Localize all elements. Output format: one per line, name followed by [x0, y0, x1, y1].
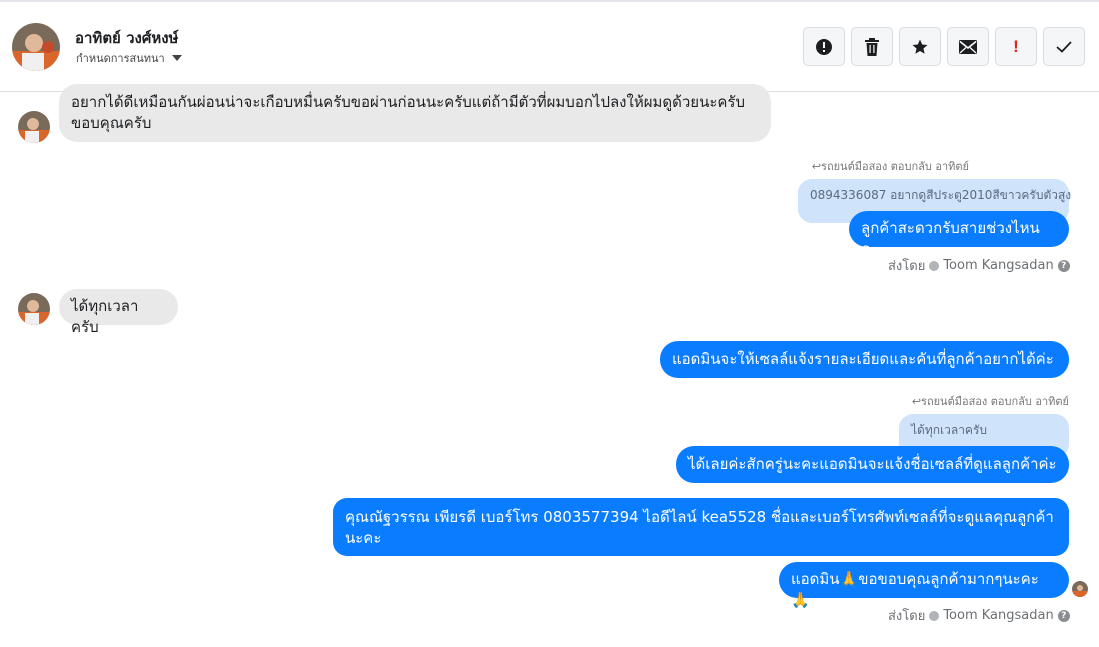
delete-button[interactable]	[851, 27, 893, 66]
reply-meta: ↩รถยนต์มือสอง ตอบกลับ อาทิตย์	[912, 392, 1069, 410]
seen-avatar	[1072, 581, 1088, 597]
sender-dot-icon	[929, 610, 940, 621]
outgoing-message: คุณณัฐวรรณ เพียรดี เบอร์โทร 0803577394 ไ…	[333, 498, 1069, 556]
mark-spam-button[interactable]	[803, 27, 845, 66]
assign-label: กำหนดการสนทนา	[76, 52, 165, 65]
mark-done-button[interactable]	[1043, 27, 1085, 66]
trash-icon	[865, 37, 879, 56]
star-button[interactable]	[899, 27, 941, 66]
checkmark-icon	[1056, 40, 1072, 53]
reply-meta-text: รถยนต์มือสอง ตอบกลับ อาทิตย์	[821, 160, 969, 173]
sent-by-info: ส่งโดย Toom Kangsadan ?	[888, 605, 1070, 626]
header-actions: !	[803, 27, 1085, 66]
incoming-message: อยากได้ดีเหมือนกันผ่อนน่าจะเกือบหมื่นครั…	[59, 84, 771, 142]
outgoing-message: ได้เลยค่ะสักครู่นะคะแอดมินจะแจ้งชื่อเซลล…	[676, 446, 1069, 483]
contact-avatar-small	[18, 293, 50, 325]
outgoing-message: ลูกค้าสะดวกรับสายช่วงไหนคะ	[849, 211, 1069, 258]
conversation-header: อาทิตย์ วงศ์หงษ์ กำหนดการสนทนา !	[0, 2, 1099, 92]
contact-avatar[interactable]	[12, 23, 60, 71]
help-icon[interactable]: ?	[1057, 609, 1070, 622]
incoming-message: ได้ทุกเวลาครับ	[59, 289, 178, 336]
sent-by-info: ส่งโดย Toom Kangsadan ?	[888, 255, 1070, 276]
sender-dot-icon	[929, 260, 940, 271]
star-icon	[912, 39, 928, 54]
outgoing-message: แอดมินจะให้เซลล์แจ้งรายละเอียดและคันที่ล…	[660, 341, 1069, 378]
reply-arrow-icon: ↩	[811, 160, 822, 173]
reply-meta-text: รถยนต์มือสอง ตอบกลับ อาทิตย์	[921, 395, 1069, 408]
outgoing-message: แอดมิน🙏ขอขอบคุณลูกค้ามากๆนะคะ 🙏	[779, 562, 1069, 609]
envelope-icon	[959, 39, 977, 54]
mark-unread-button[interactable]	[947, 27, 989, 66]
reply-meta: ↩รถยนต์มือสอง ตอบกลับ อาทิตย์	[812, 157, 969, 175]
sender-name[interactable]: Toom Kangsadan	[943, 608, 1053, 623]
contact-name: อาทิตย์ วงศ์หงษ์	[75, 29, 179, 47]
assign-conversation-dropdown[interactable]: กำหนดการสนทนา	[76, 49, 182, 67]
help-icon[interactable]: ?	[1057, 259, 1070, 272]
sent-by-label: ส่งโดย	[888, 259, 926, 274]
reply-arrow-icon: ↩	[911, 395, 922, 408]
sender-name[interactable]: Toom Kangsadan	[943, 258, 1053, 273]
exclamation-circle-icon	[816, 38, 832, 55]
red-exclamation-icon: !	[1013, 36, 1019, 56]
follow-up-button[interactable]: !	[995, 27, 1037, 66]
contact-avatar-small	[18, 111, 50, 143]
sent-by-label: ส่งโดย	[888, 609, 926, 624]
caret-down-icon	[171, 55, 182, 61]
